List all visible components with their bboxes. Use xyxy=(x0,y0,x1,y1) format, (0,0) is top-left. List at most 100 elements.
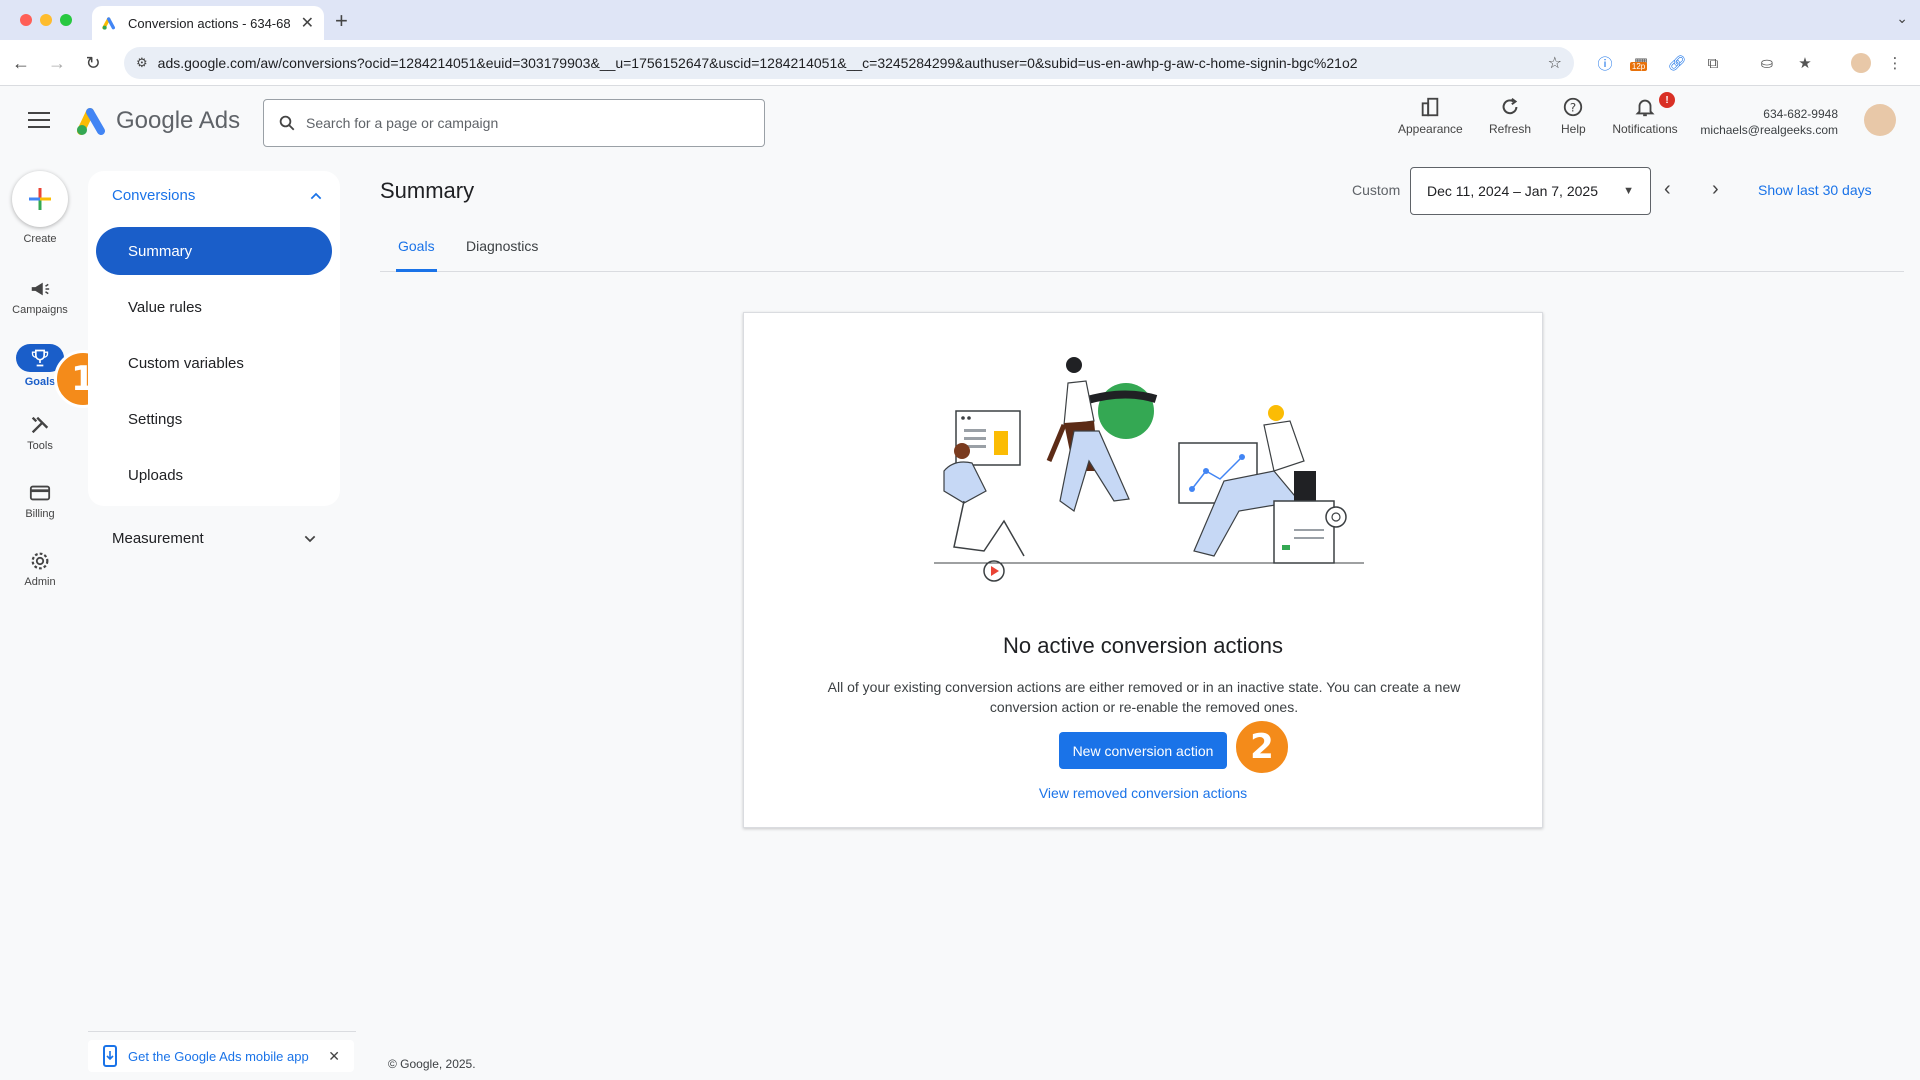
subnav-item-settings[interactable]: Settings xyxy=(96,395,332,443)
step-marker-2: 2 xyxy=(1233,718,1291,776)
account-id: 634-682-9948 xyxy=(1763,107,1838,121)
empty-state-description: All of your existing conversion actions … xyxy=(827,679,1461,715)
empty-state-heading: No active conversion actions xyxy=(1002,633,1284,658)
tab-diagnostics[interactable]: Diagnostics xyxy=(466,238,538,272)
refresh-button[interactable]: Refresh xyxy=(1489,96,1531,136)
notifications-label: Notifications xyxy=(1612,122,1678,136)
create-button[interactable]: Create xyxy=(0,171,80,245)
rail-item-tools[interactable]: Tools xyxy=(0,414,80,452)
forward-button[interactable]: → xyxy=(44,50,70,76)
chevron-up-icon xyxy=(310,192,322,199)
profile-avatar-icon[interactable] xyxy=(1850,52,1872,74)
view-removed-conversion-actions-link[interactable]: View removed conversion actions xyxy=(744,785,1542,801)
browser-menu-icon[interactable]: ⋮ xyxy=(1884,52,1906,74)
google-ads-logo-icon xyxy=(77,108,105,135)
search-placeholder: Search for a page or campaign xyxy=(306,115,499,131)
close-window-button[interactable] xyxy=(20,14,32,26)
conversions-section-header[interactable]: Conversions xyxy=(112,187,324,204)
site-settings-icon[interactable]: ⚙ xyxy=(136,55,148,71)
megaphone-icon xyxy=(31,282,50,296)
google-ads-favicon-icon xyxy=(102,17,115,30)
date-range-value: Dec 11, 2024 – Jan 7, 2025 xyxy=(1427,183,1598,199)
subnav-item-custom-variables[interactable]: Custom variables xyxy=(96,339,332,387)
next-period-button[interactable]: › xyxy=(1712,178,1719,201)
bookmark-star-icon[interactable]: ☆ xyxy=(1548,53,1562,73)
incognito-icon[interactable]: ⛀ xyxy=(1756,52,1778,74)
tab-search-chevron-icon[interactable]: ⌄ xyxy=(1896,10,1908,27)
billing-label: Billing xyxy=(25,508,55,520)
maximize-window-button[interactable] xyxy=(60,14,72,26)
trophy-icon xyxy=(31,349,49,367)
measurement-label: Measurement xyxy=(112,530,204,547)
page-title: Summary xyxy=(380,178,475,203)
new-conversion-action-button[interactable]: New conversion action xyxy=(1059,732,1227,769)
refresh-icon xyxy=(1502,97,1518,115)
gear-icon xyxy=(31,552,49,570)
create-label: Create xyxy=(23,233,57,245)
previous-period-button[interactable]: ‹ xyxy=(1664,178,1671,201)
calendar-extension-icon[interactable]: ▦12p xyxy=(1629,52,1652,74)
footer-divider xyxy=(88,1031,356,1032)
close-tab-icon[interactable]: ✕ xyxy=(301,13,314,33)
reload-button[interactable]: ↻ xyxy=(80,50,106,76)
close-icon[interactable]: ✕ xyxy=(328,1048,340,1065)
help-button[interactable]: ? Help xyxy=(1561,96,1586,136)
password-manager-extension-icon[interactable]: ⓘ xyxy=(1594,52,1616,74)
rail-item-billing[interactable]: Billing xyxy=(0,482,80,520)
browser-tab-active[interactable]: Conversion actions - 634-68 ✕ xyxy=(92,6,324,40)
svg-text:?: ? xyxy=(1570,101,1576,115)
appearance-button[interactable]: Appearance xyxy=(1398,96,1463,136)
account-email: michaels@realgeeks.com xyxy=(1700,123,1838,137)
mobile-app-link[interactable]: Get the Google Ads mobile app xyxy=(128,1049,309,1064)
main-menu-icon[interactable] xyxy=(28,112,50,128)
avatar[interactable] xyxy=(1864,104,1896,136)
search-input[interactable]: Search for a page or campaign xyxy=(263,99,765,147)
address-bar-row: ← → ↻ ⚙ ads.google.com/aw/conversions?oc… xyxy=(0,40,1920,86)
date-range-label: Custom xyxy=(1352,182,1401,198)
chevron-down-icon xyxy=(304,535,316,542)
back-button[interactable]: ← xyxy=(8,50,34,76)
app-header: Google Ads Search for a page or campaign… xyxy=(0,86,1920,160)
view-removed-link-text[interactable]: View removed conversion actions xyxy=(1039,785,1247,801)
tab-goals[interactable]: Goals xyxy=(396,238,437,272)
copyright-text: © Google, 2025. xyxy=(388,1057,476,1071)
credit-card-icon xyxy=(29,485,51,501)
rail-item-admin[interactable]: Admin xyxy=(0,550,80,588)
minimize-window-button[interactable] xyxy=(40,14,52,26)
appearance-icon xyxy=(1422,97,1439,117)
url-field[interactable]: ⚙ ads.google.com/aw/conversions?ocid=128… xyxy=(124,47,1574,79)
tools-icon xyxy=(31,416,49,434)
google-ads-logo[interactable]: Google Ads xyxy=(76,106,240,136)
show-last-30-days-link[interactable]: Show last 30 days xyxy=(1758,182,1872,198)
subnav-item-value-rules[interactable]: Value rules xyxy=(96,283,332,331)
mobile-app-banner[interactable]: Get the Google Ads mobile app ✕ xyxy=(88,1040,354,1072)
extensions-puzzle-icon[interactable]: ⧉ xyxy=(1702,52,1724,74)
new-tab-button[interactable]: + xyxy=(335,8,348,34)
link-extension-icon[interactable]: 🔗︎ xyxy=(1666,52,1688,74)
empty-state-card: No active conversion actions All of your… xyxy=(743,312,1543,828)
bookmarks-star-icon[interactable]: ★ xyxy=(1794,52,1816,74)
conversions-subnav: Conversions Summary Value rules Custom v… xyxy=(88,171,340,506)
notifications-button[interactable]: ! Notifications xyxy=(1607,92,1683,136)
help-label: Help xyxy=(1561,122,1586,136)
url-text: ads.google.com/aw/conversions?ocid=12842… xyxy=(157,55,1358,71)
subnav-item-uploads[interactable]: Uploads xyxy=(96,451,332,499)
plus-icon xyxy=(29,188,51,210)
admin-label: Admin xyxy=(24,576,56,588)
rail-item-campaigns[interactable]: Campaigns xyxy=(0,278,80,316)
account-info[interactable]: 634-682-9948 michaels@realgeeks.com xyxy=(1700,106,1838,138)
phone-download-icon xyxy=(103,1045,117,1067)
search-icon xyxy=(279,115,295,131)
date-range-picker[interactable]: Dec 11, 2024 – Jan 7, 2025 ▼ xyxy=(1410,167,1651,215)
conversions-section-title: Conversions xyxy=(112,187,196,204)
tools-label: Tools xyxy=(27,440,53,452)
browser-tab-bar: Conversion actions - 634-68 ✕ + ⌄ xyxy=(0,0,1920,40)
tab-title: Conversion actions - 634-68 xyxy=(128,15,291,31)
measurement-section-header[interactable]: Measurement xyxy=(112,530,318,547)
dropdown-arrow-icon: ▼ xyxy=(1623,185,1634,197)
summary-tabs: Goals Diagnostics xyxy=(380,238,1904,272)
goals-label: Goals xyxy=(24,376,56,388)
campaigns-label: Campaigns xyxy=(12,304,68,316)
subnav-item-summary[interactable]: Summary xyxy=(96,227,332,275)
help-icon: ? xyxy=(1564,97,1583,117)
